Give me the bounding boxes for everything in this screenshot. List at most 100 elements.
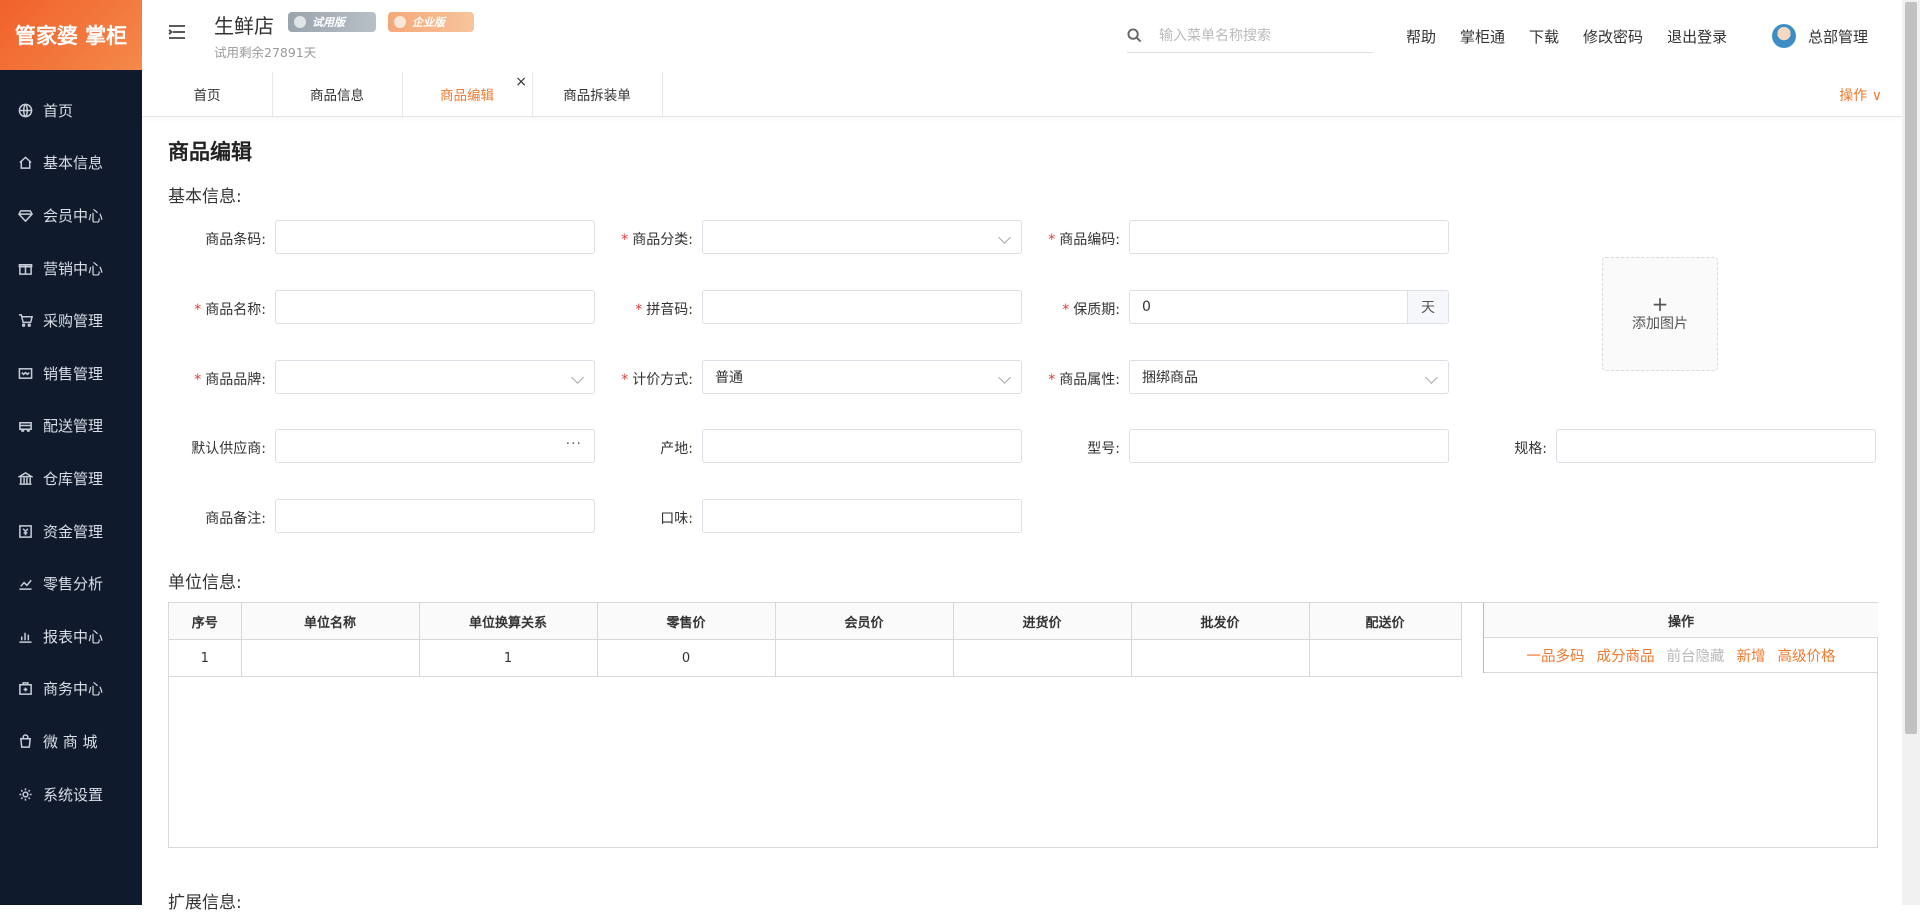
- table-cell[interactable]: 1: [419, 639, 598, 677]
- tab-label: 商品信息: [310, 88, 364, 104]
- plus-icon: +: [1651, 292, 1669, 316]
- shelf-life-value: 0: [1142, 299, 1151, 315]
- sidebar-item-delivery[interactable]: 配送管理: [0, 400, 142, 453]
- category-select[interactable]: [702, 220, 1022, 254]
- barcode-label: 商品条码:: [156, 229, 266, 249]
- user-name: 总部管理: [1808, 27, 1869, 46]
- column-header: 序号: [169, 603, 242, 640]
- sidebar-item-member[interactable]: 会员中心: [0, 189, 142, 242]
- home-icon: [17, 155, 33, 171]
- unit-table: 序号 单位名称 单位换算关系 零售价 会员价 进货价 批发价 配送价 1 1 0: [168, 602, 1878, 848]
- more-icon[interactable]: ···: [566, 436, 582, 452]
- model-label-text: 型号:: [1087, 441, 1120, 457]
- app-logo[interactable]: 管家婆 掌柜: [0, 0, 142, 70]
- attribute-label: * 商品属性:: [1010, 369, 1120, 389]
- page-scrollbar[interactable]: [1902, 0, 1920, 905]
- ext-info-heading: 扩展信息:: [168, 893, 242, 913]
- pinyin-input[interactable]: [702, 290, 1022, 324]
- gear-icon: [17, 786, 33, 802]
- operations-column: 操作 一品多码 成分商品 前台隐藏 新增 高级价格: [1483, 603, 1878, 673]
- sidebar-item-funds[interactable]: 资金管理: [0, 505, 142, 558]
- chevron-down-icon: [998, 371, 1011, 384]
- sidebar-item-label: 首页: [43, 101, 74, 120]
- add-unit-link[interactable]: 新增: [1737, 645, 1766, 666]
- trial-badge: 试用版: [288, 12, 376, 32]
- barcode-input[interactable]: [275, 220, 595, 254]
- remark-input[interactable]: [275, 499, 595, 533]
- sidebar-item-reports[interactable]: 报表中心: [0, 610, 142, 663]
- sidebar-item-basic-info[interactable]: 基本信息: [0, 137, 142, 190]
- sidebar-item-marketing[interactable]: 营销中心: [0, 242, 142, 295]
- chevron-down-icon: [1425, 371, 1438, 384]
- sidebar-item-label: 系统设置: [43, 785, 104, 804]
- spec-input[interactable]: [1556, 429, 1876, 463]
- multi-barcode-link[interactable]: 一品多码: [1527, 645, 1585, 666]
- table-cell[interactable]: [241, 639, 420, 677]
- zhanggui-link[interactable]: 掌柜通: [1460, 26, 1505, 47]
- sidebar-item-business[interactable]: 商务中心: [0, 663, 142, 716]
- required-mark: *: [194, 302, 202, 318]
- download-link[interactable]: 下载: [1529, 26, 1559, 47]
- sidebar-item-sales[interactable]: 销售管理: [0, 347, 142, 400]
- sidebar-item-home[interactable]: 首页: [0, 84, 142, 137]
- tab-product-info[interactable]: 商品信息: [272, 72, 403, 116]
- table-cell[interactable]: [1131, 639, 1310, 677]
- hide-frontend-link[interactable]: 前台隐藏: [1667, 645, 1725, 666]
- sidebar-item-purchase[interactable]: 采购管理: [0, 294, 142, 347]
- origin-input[interactable]: [702, 429, 1022, 463]
- tab-home[interactable]: 首页: [142, 72, 273, 116]
- bar-chart-icon: [17, 628, 33, 644]
- table-cell[interactable]: [1309, 639, 1462, 677]
- user-menu[interactable]: 总部管理: [1772, 24, 1868, 48]
- tab-product-disassembly[interactable]: 商品拆装单: [532, 72, 663, 116]
- logout-link[interactable]: 退出登录: [1667, 26, 1727, 47]
- sidebar-item-label: 销售管理: [43, 364, 104, 383]
- column-header: 单位名称: [241, 603, 420, 640]
- add-image-button[interactable]: + 添加图片: [1602, 257, 1718, 371]
- store-name: 生鲜店: [214, 14, 274, 38]
- trial-badge-label: 试用版: [312, 16, 345, 29]
- tab-product-edit[interactable]: 商品编辑 ×: [402, 72, 533, 116]
- attribute-label-text: 商品属性:: [1059, 372, 1120, 388]
- globe-icon: [17, 102, 33, 118]
- sidebar-nav: 首页 基本信息 会员中心 营销中心 采购管理 销售管理 配送管理 仓库管理 资金…: [0, 70, 142, 820]
- menu-toggle-icon[interactable]: [168, 24, 186, 40]
- name-input[interactable]: [275, 290, 595, 324]
- advanced-price-link[interactable]: 高级价格: [1778, 645, 1836, 666]
- change-password-link[interactable]: 修改密码: [1583, 26, 1643, 47]
- supplier-picker[interactable]: ···: [275, 429, 595, 463]
- scrollbar-thumb[interactable]: [1905, 2, 1917, 734]
- logo-text: 管家婆 掌柜: [14, 24, 128, 48]
- avatar: [1772, 24, 1796, 48]
- close-icon[interactable]: ×: [515, 74, 527, 90]
- code-input[interactable]: [1129, 220, 1449, 254]
- column-header: 零售价: [597, 603, 776, 640]
- table-cell[interactable]: [953, 639, 1132, 677]
- supplier-label: 默认供应商:: [156, 438, 266, 458]
- table-row: 1 1 0: [169, 639, 1462, 677]
- sidebar-item-label: 资金管理: [43, 522, 104, 541]
- model-input[interactable]: [1129, 429, 1449, 463]
- help-link[interactable]: 帮助: [1406, 26, 1436, 47]
- monitor-icon: [294, 16, 306, 28]
- search-icon[interactable]: [1127, 28, 1143, 44]
- attribute-select[interactable]: 捆绑商品: [1129, 360, 1449, 394]
- table-cell[interactable]: [775, 639, 954, 677]
- sidebar-item-retail-analysis[interactable]: 零售分析: [0, 557, 142, 610]
- barcode-label-text: 商品条码:: [205, 232, 266, 248]
- tab-operations-dropdown[interactable]: 操作 ∨: [1839, 85, 1882, 105]
- sidebar-item-mall[interactable]: 微 商 城: [0, 715, 142, 768]
- add-image-label: 添加图片: [1632, 316, 1688, 332]
- pricing-select[interactable]: 普通: [702, 360, 1022, 394]
- table-cell[interactable]: 0: [597, 639, 776, 677]
- brand-select[interactable]: [275, 360, 595, 394]
- shelf-life-input[interactable]: 0天: [1129, 290, 1449, 324]
- flavor-input[interactable]: [702, 499, 1022, 533]
- search-input[interactable]: [1157, 27, 1371, 45]
- sidebar-item-settings[interactable]: 系统设置: [0, 768, 142, 821]
- tab-label: 商品编辑: [440, 88, 494, 104]
- component-product-link[interactable]: 成分商品: [1597, 645, 1655, 666]
- sidebar-item-warehouse[interactable]: 仓库管理: [0, 452, 142, 505]
- pinyin-label: * 拼音码:: [583, 299, 693, 319]
- operations-actions: 一品多码 成分商品 前台隐藏 新增 高级价格: [1484, 638, 1878, 673]
